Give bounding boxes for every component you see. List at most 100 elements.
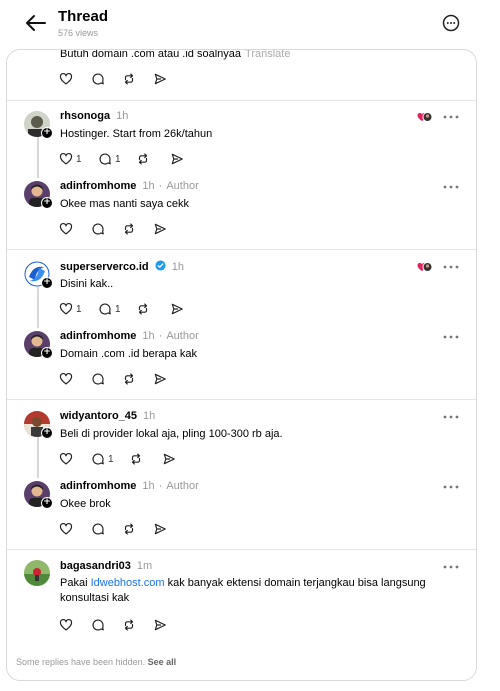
share-icon: [153, 618, 167, 632]
share-icon: [162, 452, 176, 466]
share-icon: [153, 222, 167, 236]
repost-icon: [136, 152, 150, 166]
like-button[interactable]: [59, 220, 73, 238]
share-icon: [153, 372, 167, 386]
like-button[interactable]: [59, 450, 73, 468]
follow-plus-icon[interactable]: +: [41, 127, 53, 139]
follow-plus-icon[interactable]: +: [41, 497, 53, 509]
view-count: 576 views: [58, 28, 99, 38]
thread-header: Thread 576 views: [0, 0, 500, 46]
timestamp: 1h: [116, 110, 129, 122]
comment-icon: [91, 72, 105, 86]
follow-plus-icon[interactable]: +: [41, 197, 53, 209]
reply-button[interactable]: [91, 370, 105, 388]
heart-icon: [59, 72, 73, 86]
like-count: 1: [76, 303, 82, 315]
reply-button[interactable]: [91, 616, 105, 634]
more-dots-icon[interactable]: [441, 112, 461, 122]
reply-button[interactable]: [91, 220, 105, 238]
heart-icon: [59, 452, 73, 466]
post-text: Butuh domain .com atau .id soalnyaa Trans…: [60, 49, 291, 60]
username[interactable]: rhsonoga 1h: [60, 110, 128, 122]
repost-icon: [122, 222, 136, 236]
share-icon: [170, 152, 184, 166]
repost-icon: [122, 372, 136, 386]
follow-plus-icon[interactable]: +: [41, 277, 53, 289]
repost-button[interactable]: [136, 150, 150, 168]
repost-button[interactable]: [129, 450, 143, 468]
share-button[interactable]: [170, 150, 184, 168]
post-text: Hostinger. Start from 26k/tahun: [60, 128, 213, 140]
share-button[interactable]: [153, 220, 167, 238]
repost-button[interactable]: [122, 520, 136, 538]
reply-button[interactable]: [91, 520, 105, 538]
translate-link[interactable]: Translate: [245, 50, 290, 60]
like-button[interactable]: [59, 370, 73, 388]
like-button[interactable]: [59, 520, 73, 538]
like-button[interactable]: [59, 70, 73, 88]
more-dots-icon[interactable]: [441, 562, 461, 572]
username[interactable]: superserverco.id 1h: [60, 260, 184, 273]
heart-icon: [59, 222, 73, 236]
share-icon: [153, 72, 167, 86]
more-options-circle-icon[interactable]: [441, 13, 461, 33]
heart-icon: [59, 372, 73, 386]
like-button[interactable]: 1: [59, 150, 82, 168]
more-dots-icon[interactable]: [441, 412, 461, 422]
username[interactable]: adinfromhome 1h · Author: [60, 480, 199, 492]
see-all-link[interactable]: See all: [148, 657, 177, 667]
root-post: Butuh domain .com atau .id soalnyaa Trans…: [7, 50, 476, 100]
reply-button[interactable]: 1: [91, 450, 114, 468]
repost-button[interactable]: [122, 616, 136, 634]
avatar[interactable]: [24, 560, 50, 586]
username[interactable]: adinfromhome 1h · Author: [60, 330, 199, 342]
follow-plus-icon[interactable]: +: [41, 347, 53, 359]
comment-icon: [98, 152, 112, 166]
timestamp: 1h: [142, 180, 155, 192]
author-tag: Author: [166, 180, 199, 192]
share-button[interactable]: [153, 370, 167, 388]
more-dots-icon[interactable]: [441, 332, 461, 342]
reacted-avatar-icon: [417, 111, 433, 123]
thread-card: Butuh domain .com atau .id soalnyaa Trans…: [6, 49, 477, 681]
heart-icon: [59, 618, 73, 632]
share-button[interactable]: [162, 450, 176, 468]
verified-badge-icon: [155, 260, 166, 271]
reply-button[interactable]: [91, 70, 105, 88]
like-button[interactable]: [59, 616, 73, 634]
divider: [7, 249, 476, 250]
repost-button[interactable]: [122, 70, 136, 88]
heart-icon: [59, 152, 73, 166]
more-dots-icon[interactable]: [441, 262, 461, 272]
username[interactable]: widyantoro_45 1h: [60, 410, 155, 422]
timestamp: 1h: [171, 261, 184, 273]
share-button[interactable]: [153, 70, 167, 88]
repost-button[interactable]: [136, 300, 150, 318]
hidden-replies-note: Some replies have been hidden. See all: [16, 657, 177, 667]
repost-button[interactable]: [122, 370, 136, 388]
post-text: Okee brok: [60, 498, 111, 510]
username[interactable]: adinfromhome 1h · Author: [60, 180, 199, 192]
domain-link[interactable]: Idwebhost.com: [91, 577, 165, 589]
follow-plus-icon[interactable]: +: [41, 427, 53, 439]
reply-button[interactable]: 1: [98, 300, 121, 318]
timestamp: 1h: [143, 410, 156, 422]
more-dots-icon[interactable]: [441, 182, 461, 192]
reply-count: 1: [115, 153, 121, 165]
divider: [7, 549, 476, 550]
thread-connector: [37, 284, 39, 328]
post-text: Beli di provider lokal aja, pling 100-30…: [60, 428, 283, 440]
comment-icon: [91, 372, 105, 386]
reply-button[interactable]: 1: [98, 150, 121, 168]
repost-button[interactable]: [122, 220, 136, 238]
reply-count: 1: [115, 303, 121, 315]
share-button[interactable]: [170, 300, 184, 318]
like-button[interactable]: 1: [59, 300, 82, 318]
username[interactable]: bagasandri03 1m: [60, 560, 152, 572]
more-dots-icon[interactable]: [441, 482, 461, 492]
share-button[interactable]: [153, 520, 167, 538]
share-button[interactable]: [153, 616, 167, 634]
heart-icon: [59, 302, 73, 316]
back-arrow-icon[interactable]: [24, 12, 48, 34]
like-count: 1: [76, 153, 82, 165]
